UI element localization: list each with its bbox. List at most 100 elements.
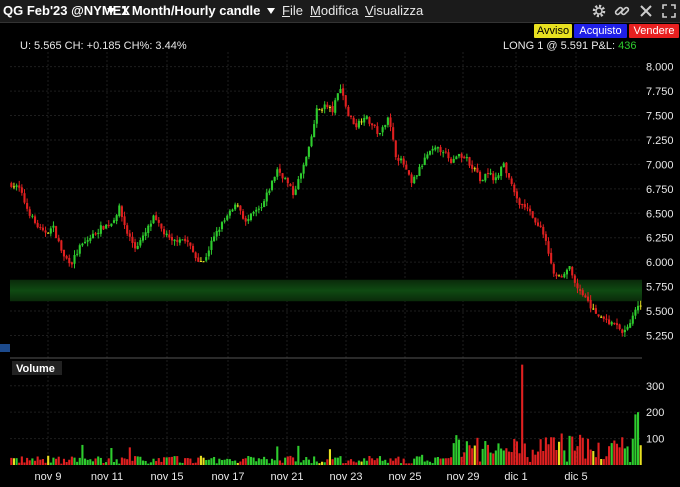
candle-body (218, 229, 221, 232)
volume-bar (328, 449, 332, 465)
price-tick-label: 6.750 (646, 184, 674, 196)
volume-bar (610, 443, 613, 465)
volume-bar (431, 463, 434, 465)
price-tick-label: 6.000 (646, 257, 674, 269)
volume-bar (515, 441, 518, 465)
volume-bar (560, 433, 563, 465)
candle-body (436, 147, 439, 149)
candle-body (463, 156, 466, 159)
candle-body (460, 153, 463, 158)
volume-bar (307, 459, 310, 465)
candle-body (191, 245, 195, 253)
date-tick-label: nov 17 (211, 471, 244, 483)
volume-bar (139, 456, 142, 465)
candle-body (552, 264, 555, 274)
candle-body (184, 238, 187, 242)
volume-bar (55, 458, 58, 465)
volume-bar (378, 456, 382, 465)
volume-bar (428, 461, 432, 465)
candle-body (555, 274, 558, 277)
volume-bar (181, 462, 184, 465)
candle-body (634, 309, 637, 316)
candle-body (276, 169, 279, 177)
volume-bar (197, 457, 200, 465)
menu-visualizza[interactable]: Visualizza (365, 3, 423, 18)
volume-bar (523, 443, 526, 465)
volume-bar (276, 446, 279, 465)
candle-body (305, 156, 308, 166)
volume-bar (173, 456, 176, 465)
candle-body (318, 109, 321, 111)
candle-body (247, 219, 250, 222)
date-tick-label: nov 25 (388, 471, 421, 483)
symbol-dropdown-icon[interactable] (107, 8, 115, 14)
volume-bar (571, 436, 574, 465)
price-chart[interactable]: 8.000 7.750 7.500 7.250 7.000 6.750 6.500 6.250… (0, 22, 680, 487)
candle-body (586, 296, 590, 301)
volume-bar (465, 441, 468, 465)
collapse-handle-icon[interactable] (0, 344, 10, 352)
volume-bar (265, 459, 268, 465)
volume-bar (189, 458, 192, 465)
candle-body (307, 146, 310, 157)
candle-body (376, 126, 379, 134)
menu-modifica[interactable]: Modifica (310, 3, 358, 18)
volume-bar (297, 445, 300, 465)
candle-body (52, 225, 55, 228)
volume-bar (241, 458, 245, 465)
volume-bar (315, 461, 318, 465)
candle-body (23, 193, 26, 203)
volume-bar (15, 458, 18, 465)
volume-bar (305, 457, 308, 465)
volume-bar (463, 452, 466, 465)
menu-file[interactable]: File (282, 3, 303, 18)
volume-bar (392, 460, 395, 465)
candle-body (265, 192, 268, 202)
date-tick-label: nov 29 (446, 471, 479, 483)
volume-bar (228, 459, 231, 465)
volume-bar (152, 458, 155, 465)
maximize-icon[interactable] (661, 3, 677, 19)
candle-body (228, 210, 231, 216)
candle-body (631, 315, 634, 324)
candle-body (584, 295, 587, 298)
candle-body (339, 88, 342, 94)
period-dropdown-icon[interactable] (267, 8, 275, 14)
candle-body (626, 326, 629, 330)
volume-bar (634, 414, 637, 465)
candle-body (481, 179, 484, 182)
candle-body (389, 117, 392, 127)
volume-bar (521, 364, 524, 465)
close-icon[interactable] (638, 3, 654, 19)
candle-body (234, 204, 237, 210)
candle-body (618, 324, 621, 330)
volume-bar (157, 458, 160, 465)
candle-body (505, 162, 508, 174)
volume-bar (423, 461, 426, 465)
candle-body (563, 273, 566, 278)
period-selector[interactable]: 1 Month/Hourly candle (121, 3, 260, 18)
price-axis: 8.000 7.750 7.500 7.250 7.000 6.750 6.500 6.250… (646, 62, 674, 343)
candle-body (476, 167, 479, 173)
candle-body (450, 158, 453, 164)
volume-bar (557, 441, 561, 465)
candle-body (110, 223, 113, 226)
volume-bar (539, 439, 542, 465)
link-icon[interactable] (614, 3, 630, 19)
volume-bar (223, 459, 226, 465)
volume-bar (442, 458, 445, 465)
candle-body (394, 140, 397, 158)
candle-body (355, 123, 358, 128)
candle-body (292, 186, 295, 196)
volume-bar (310, 463, 313, 465)
candle-body (560, 276, 563, 278)
candle-body (112, 220, 116, 223)
gear-icon[interactable] (591, 3, 607, 19)
volume-bar (202, 457, 205, 465)
volume-bar (394, 458, 397, 465)
volume-bar (513, 439, 516, 465)
candle-body (478, 171, 482, 182)
candle-body (573, 275, 576, 283)
candle-body (176, 240, 179, 242)
candle-body (592, 308, 595, 310)
